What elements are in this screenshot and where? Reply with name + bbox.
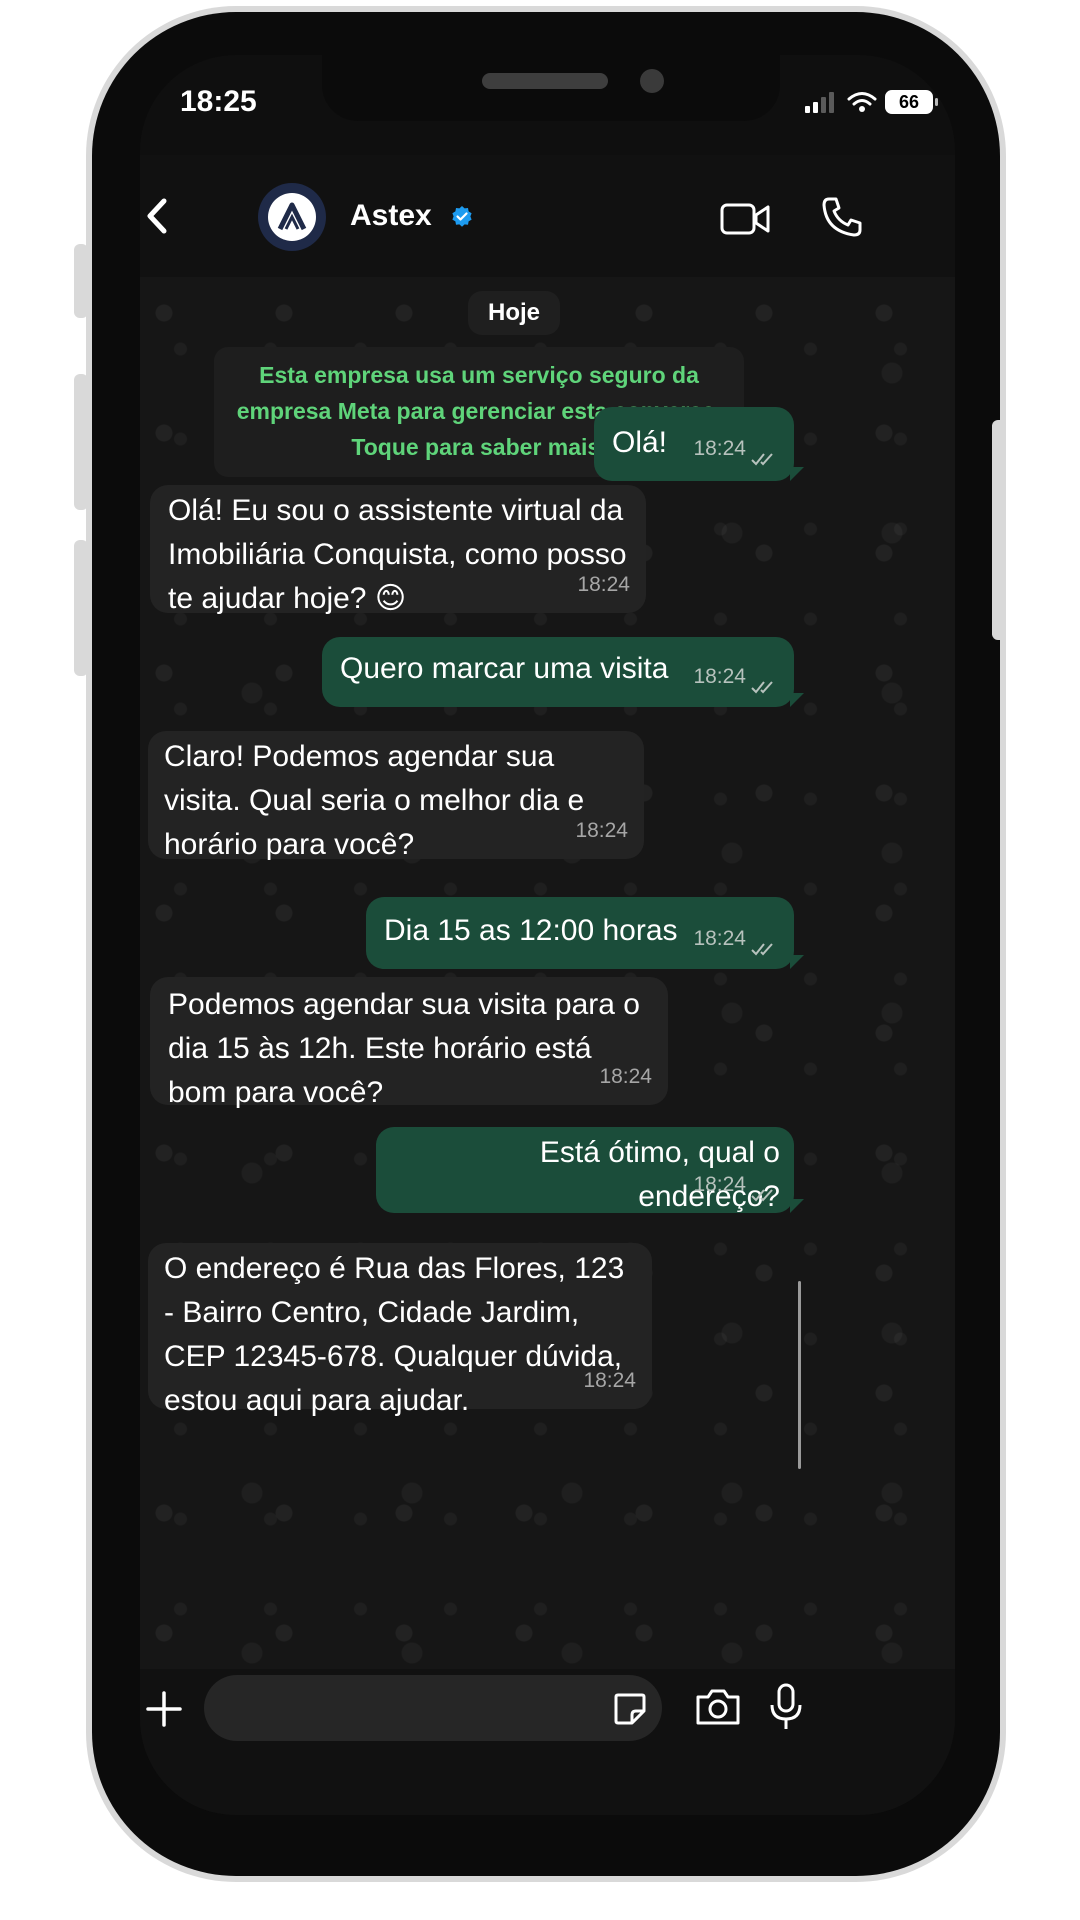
double-check-icon (751, 681, 773, 694)
status-icons: 66 (803, 89, 938, 115)
power-button (992, 420, 1006, 640)
verified-badge-icon (452, 206, 472, 227)
message-time: 18:24 (693, 1173, 746, 1196)
sticker-icon[interactable] (612, 1691, 648, 1727)
message-text: Claro! Podemos agendar sua visita. Qual … (164, 740, 585, 861)
phone-screen: 18:25 66 Astex Hoje Esta empresa usa um … (140, 55, 955, 1815)
message-input[interactable] (204, 1675, 662, 1741)
volume-down-button (74, 540, 88, 676)
chat-area[interactable]: Hoje Esta empresa usa um serviço seguro … (140, 277, 955, 1669)
camera-icon[interactable] (694, 1687, 742, 1727)
message-text: Podemos agendar sua visita para o dia 15… (168, 988, 640, 1109)
voice-call-icon[interactable] (820, 195, 864, 239)
avatar[interactable] (258, 183, 326, 251)
message-bubble-incoming[interactable]: Claro! Podemos agendar sua visita. Qual … (148, 731, 644, 861)
contact-name[interactable]: Astex (350, 199, 432, 233)
earpiece-speaker (482, 73, 608, 89)
message-bubble-incoming[interactable]: O endereço é Rua das Flores, 123 - Bairr… (148, 1243, 652, 1417)
battery-level: 66 (898, 91, 920, 112)
message-bubble-outgoing[interactable]: Está ótimo, qual o endereço? 18:24 (376, 1127, 804, 1213)
plus-icon[interactable] (144, 1689, 184, 1729)
message-time: 18:24 (693, 437, 746, 460)
chat-header: Astex (140, 155, 955, 277)
message-time: 18:24 (575, 819, 628, 842)
astex-logo-icon (268, 193, 316, 241)
silent-switch (74, 244, 88, 318)
signal-icon (805, 92, 834, 113)
message-bubble-outgoing[interactable]: Dia 15 as 12:00 horas 18:24 (366, 897, 804, 969)
message-input-bar (140, 1669, 955, 1815)
double-check-icon (751, 453, 773, 466)
message-time: 18:24 (693, 927, 746, 950)
message-time: 18:24 (693, 665, 746, 688)
message-bubble-outgoing[interactable]: Olá! 18:24 (594, 407, 804, 481)
volume-up-button (74, 374, 88, 510)
chat-scrollbar[interactable] (798, 1281, 801, 1469)
double-check-icon (751, 943, 773, 956)
message-text: O endereço é Rua das Flores, 123 - Bairr… (164, 1252, 625, 1417)
message-time: 18:24 (577, 573, 630, 596)
microphone-icon[interactable] (768, 1683, 804, 1731)
message-bubble-outgoing[interactable]: Quero marcar uma visita 18:24 (322, 637, 804, 707)
message-text: Olá! Eu sou o assistente virtual da Imob… (168, 494, 627, 615)
double-check-icon (751, 1189, 773, 1202)
back-arrow-icon[interactable] (140, 191, 180, 241)
battery-icon: 66 (885, 90, 938, 114)
video-call-icon[interactable] (720, 199, 772, 239)
notch (322, 55, 780, 121)
date-chip: Hoje (468, 291, 560, 335)
front-camera (640, 69, 664, 93)
message-time: 18:24 (599, 1065, 652, 1088)
wifi-icon (847, 92, 877, 112)
message-time: 18:24 (583, 1369, 636, 1392)
message-bubble-incoming[interactable]: Olá! Eu sou o assistente virtual da Imob… (150, 485, 646, 615)
message-bubble-incoming[interactable]: Podemos agendar sua visita para o dia 15… (150, 977, 668, 1109)
status-time: 18:25 (180, 85, 257, 118)
